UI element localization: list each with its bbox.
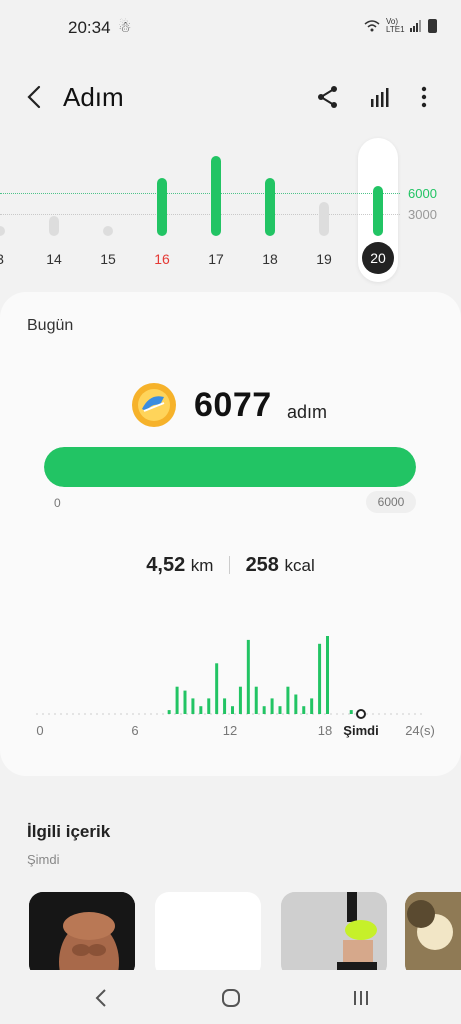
- hourly-bar: [223, 698, 227, 714]
- nav-home-icon[interactable]: [219, 986, 243, 1010]
- share-icon[interactable]: [315, 84, 341, 110]
- step-progress-fill: [44, 447, 416, 487]
- fitness-image: [29, 892, 135, 978]
- battery-icon: [428, 19, 437, 33]
- more-options-icon[interactable]: [411, 84, 437, 110]
- metrics-row: 4,52 km 258 kcal: [0, 554, 461, 577]
- day-label-selected[interactable]: 20: [362, 242, 394, 274]
- goal-label: 6000: [408, 186, 437, 201]
- app-bar: Adım: [0, 72, 461, 124]
- hourly-axis-label: 0: [36, 723, 43, 738]
- day-bar[interactable]: [211, 156, 221, 236]
- achievement-badge-icon: [132, 383, 176, 427]
- system-nav-bar: [0, 970, 461, 1024]
- day-bar[interactable]: [157, 178, 167, 236]
- hourly-bar: [302, 706, 306, 714]
- hourly-axis-label: 18: [318, 723, 332, 738]
- mid-line: [0, 214, 400, 215]
- network-label: Vo) LTE1: [386, 17, 405, 34]
- metrics-divider: [229, 556, 230, 574]
- day-label[interactable]: 15: [93, 251, 123, 267]
- back-arrow-icon[interactable]: [22, 84, 48, 110]
- related-card-workout[interactable]: [281, 892, 387, 978]
- day-bar[interactable]: [49, 216, 59, 236]
- hourly-bar: [167, 710, 171, 714]
- day-label[interactable]: 18: [255, 251, 285, 267]
- page-title: Adım: [63, 82, 124, 112]
- outdoor-image: [405, 892, 461, 978]
- related-card-fitness[interactable]: [29, 892, 135, 978]
- step-count: 6077: [194, 386, 272, 424]
- nav-recents-icon[interactable]: [349, 986, 373, 1010]
- hourly-bar: [199, 706, 203, 714]
- daily-steps-chart: 6000 3000 3 14 15 16 17 18 19 20: [0, 138, 461, 284]
- status-time: 20:34: [68, 18, 111, 37]
- system-icons: Vo) LTE1: [364, 18, 437, 34]
- hourly-bar: [310, 698, 314, 714]
- hourly-bar: [175, 686, 179, 714]
- day-bar[interactable]: [265, 178, 275, 236]
- hourly-bar: [278, 706, 282, 714]
- hourly-bar: [238, 686, 242, 714]
- day-bar[interactable]: [319, 202, 329, 236]
- hourly-bar: [207, 698, 211, 714]
- day-label[interactable]: 17: [201, 251, 231, 267]
- day-label[interactable]: 3: [0, 251, 15, 267]
- step-progress-bar: [44, 447, 416, 487]
- progress-max: 6000: [366, 491, 416, 513]
- goal-line: [0, 193, 400, 194]
- related-subtitle: Şimdi: [27, 852, 60, 867]
- hourly-bar: [318, 643, 322, 714]
- hourly-axis-label: 24(s): [405, 723, 435, 738]
- hourly-bar: [191, 698, 195, 714]
- distance-value: 4,52: [146, 554, 186, 576]
- hourly-bar: [262, 706, 266, 714]
- calories-value: 258: [245, 554, 279, 576]
- hourly-bar: [183, 690, 187, 714]
- day-bar[interactable]: [373, 186, 383, 236]
- step-unit: adım: [287, 402, 328, 422]
- hourly-bar: [215, 663, 219, 714]
- progress-min: 0: [54, 496, 61, 510]
- hourly-axis-label: 6: [131, 723, 138, 738]
- day-label[interactable]: 16: [147, 251, 177, 267]
- chart-icon[interactable]: [367, 84, 393, 110]
- hourly-bar: [270, 698, 274, 714]
- today-card: Bugün 6077 adım 0 6000 4,52 km 258 kcal …: [0, 292, 461, 776]
- distance-unit: km: [190, 556, 214, 575]
- mid-label: 3000: [408, 207, 437, 222]
- hourly-bar: [254, 686, 258, 714]
- nav-back-icon[interactable]: [90, 986, 114, 1010]
- now-marker: [356, 709, 366, 719]
- related-card-outdoor[interactable]: [405, 892, 461, 978]
- hourly-axis-label: 12: [223, 723, 237, 738]
- hourly-bar: [286, 686, 290, 714]
- hourly-steps-chart: 0 6 12 18 24(s) Şimdi: [36, 636, 435, 738]
- notification-icon: ☃: [118, 19, 132, 36]
- status-bar: 20:34 ☃ Vo) LTE1: [0, 0, 461, 58]
- workout-image: [281, 892, 387, 978]
- day-label[interactable]: 14: [39, 251, 69, 267]
- hourly-bar: [246, 639, 250, 714]
- wifi-icon: [364, 20, 380, 32]
- card-title: Bugün: [27, 317, 74, 334]
- signal-icon: [410, 20, 421, 32]
- related-title: İlgili içerik: [27, 822, 111, 841]
- day-label[interactable]: 19: [309, 251, 339, 267]
- day-bar[interactable]: [0, 226, 5, 236]
- related-card-blank[interactable]: [155, 892, 261, 978]
- now-label: Şimdi: [343, 723, 378, 738]
- hourly-bar: [326, 636, 329, 714]
- hourly-bar: [349, 710, 353, 714]
- day-bar[interactable]: [103, 226, 113, 236]
- hourly-bar: [294, 694, 298, 714]
- hourly-bar: [231, 706, 234, 714]
- calories-unit: kcal: [284, 556, 315, 575]
